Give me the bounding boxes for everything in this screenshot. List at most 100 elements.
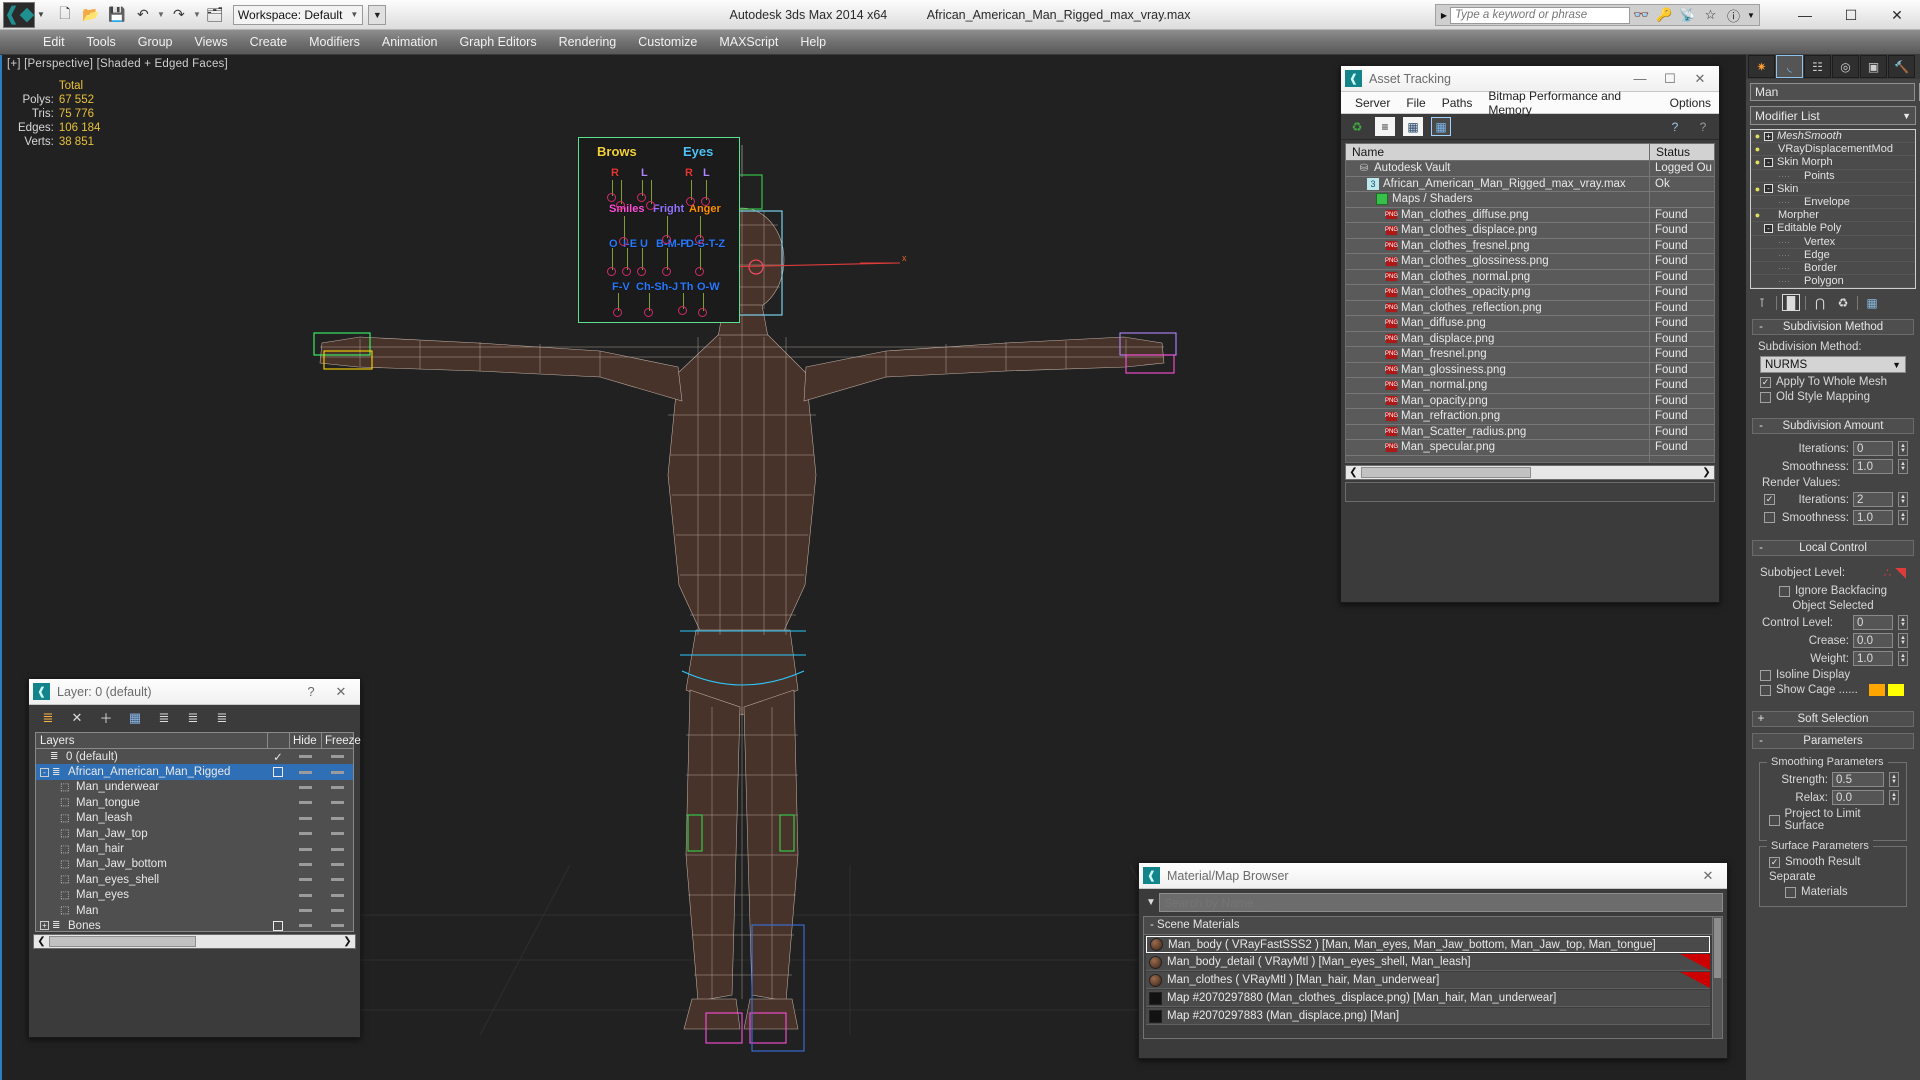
lightbulb-icon[interactable]: ● bbox=[1751, 157, 1764, 167]
list-view-icon[interactable]: ≡ bbox=[1375, 117, 1395, 136]
morph-slider-handle[interactable] bbox=[662, 267, 671, 276]
at-menu-options[interactable]: Options bbox=[1662, 96, 1719, 110]
cage-color-1-swatch[interactable] bbox=[1868, 684, 1885, 696]
modifier-stack-row[interactable]: ● + MeshSmooth bbox=[1751, 130, 1915, 144]
filter-dropdown-icon[interactable]: ▼ bbox=[1143, 897, 1159, 908]
redo-caret-icon[interactable]: ▼ bbox=[193, 10, 201, 19]
layer-row[interactable]: ⬚ Man_hair bbox=[36, 841, 353, 856]
menu-tools[interactable]: Tools bbox=[76, 30, 127, 55]
satellite-icon[interactable]: 📡 bbox=[1676, 7, 1699, 23]
asset-tracking-maximize-button[interactable]: ☐ bbox=[1655, 71, 1685, 87]
weight-spinner[interactable]: ▲ ▼ bbox=[1898, 651, 1908, 666]
asset-row[interactable]: PNG Man_Scatter_radius.png Found bbox=[1346, 424, 1714, 440]
scroll-right-icon[interactable]: ❯ bbox=[340, 936, 355, 947]
expand-icon[interactable]: + bbox=[1764, 131, 1773, 141]
morph-slider-handle[interactable] bbox=[637, 267, 646, 276]
asset-row[interactable]: PNG Man_diffuse.png Found bbox=[1346, 316, 1714, 332]
isoline-display-row[interactable]: Isoline Display bbox=[1760, 669, 1906, 681]
pin-stack-icon[interactable]: ⊺ bbox=[1753, 294, 1771, 311]
layer-freeze-toggle[interactable] bbox=[321, 755, 353, 759]
lightbulb-icon[interactable]: ● bbox=[1751, 210, 1764, 220]
layer-row[interactable]: ⬚ Man_underwear bbox=[36, 780, 353, 795]
scroll-thumb[interactable] bbox=[1714, 918, 1721, 978]
material-vscrollbar[interactable] bbox=[1712, 917, 1722, 1038]
asset-row[interactable]: PNG Man_clothes_normal.png Found bbox=[1346, 269, 1714, 285]
material-row[interactable]: Map #2070297880 (Man_clothes_displace.pn… bbox=[1146, 990, 1710, 1007]
layer-freeze-toggle[interactable] bbox=[321, 770, 353, 774]
layer-dialog-titlebar[interactable]: ❰ Layer: 0 (default) ? ✕ bbox=[29, 679, 360, 705]
morph-slider-handle[interactable] bbox=[701, 197, 710, 206]
at-menu-server[interactable]: Server bbox=[1347, 96, 1398, 110]
modifier-stack-row[interactable]: ···· Border bbox=[1751, 262, 1915, 276]
old-style-mapping-row[interactable]: Old Style Mapping bbox=[1760, 391, 1906, 403]
iterations-field[interactable]: 0 bbox=[1853, 441, 1893, 456]
apply-whole-mesh-checkbox[interactable]: ✓ bbox=[1760, 376, 1771, 388]
old-style-mapping-checkbox[interactable] bbox=[1760, 391, 1771, 403]
display-tab[interactable]: ▣ bbox=[1860, 55, 1887, 78]
material-row[interactable]: Man_clothes ( VRayMtl ) [Man_hair, Man_u… bbox=[1146, 972, 1710, 989]
material-browser-titlebar[interactable]: ❰ Material/Map Browser ✕ bbox=[1139, 863, 1727, 889]
layer-row[interactable]: - ≣ African_American_Man_Rigged bbox=[36, 764, 353, 780]
render-iterations-spinner[interactable]: ▲ ▼ bbox=[1898, 492, 1908, 507]
layer-freeze-toggle[interactable] bbox=[321, 801, 353, 805]
add-selection-icon[interactable]: ≣ bbox=[184, 710, 202, 726]
materials-checkbox[interactable] bbox=[1785, 886, 1796, 898]
render-iterations-checkbox[interactable]: ✓ bbox=[1764, 494, 1775, 505]
collapse-icon[interactable]: - bbox=[1764, 184, 1773, 194]
menu-rendering[interactable]: Rendering bbox=[548, 30, 628, 55]
morph-slider-handle[interactable] bbox=[662, 235, 671, 244]
hierarchy-tab[interactable]: ☷ bbox=[1804, 55, 1831, 78]
grid-view-icon[interactable]: ▦ bbox=[1431, 117, 1451, 136]
menu-create[interactable]: Create bbox=[239, 30, 299, 55]
layer-freeze-toggle[interactable] bbox=[321, 909, 353, 913]
morph-slider-handle[interactable] bbox=[646, 201, 655, 210]
menu-modifiers[interactable]: Modifiers bbox=[298, 30, 371, 55]
subobject-vertex-icon[interactable]: ∴ bbox=[1884, 566, 1892, 580]
asset-row[interactable]: PNG Man_clothes_diffuse.png Found bbox=[1346, 207, 1714, 223]
layer-row[interactable]: ⬚ Man_Jaw_bottom bbox=[36, 857, 353, 872]
morph-slider-handle[interactable] bbox=[695, 267, 704, 276]
expand-icon[interactable]: + bbox=[40, 921, 49, 931]
crease-field[interactable]: 0.0 bbox=[1853, 633, 1893, 648]
layer-freeze-toggle[interactable] bbox=[321, 785, 353, 789]
apply-whole-mesh-row[interactable]: ✓ Apply To Whole Mesh bbox=[1760, 376, 1906, 388]
smoothness-spinner[interactable]: ▲ ▼ bbox=[1898, 459, 1908, 474]
lightbulb-icon[interactable]: ● bbox=[1751, 131, 1764, 141]
modify-tab[interactable]: ◟ bbox=[1776, 55, 1803, 78]
layer-row[interactable]: ⬚ Man bbox=[36, 903, 353, 918]
layer-row[interactable]: ⬚ Man_Jaw_top bbox=[36, 826, 353, 841]
app-logo-button[interactable]: ❰◆ bbox=[3, 1, 35, 28]
modifier-stack-row[interactable]: ● VRayDisplacementMod bbox=[1751, 143, 1915, 157]
morph-slider-handle[interactable] bbox=[607, 267, 616, 276]
modifier-list-dropdown[interactable]: Modifier List ▼ bbox=[1750, 106, 1916, 125]
layer-hide-toggle[interactable] bbox=[289, 770, 321, 774]
at-menu-paths[interactable]: Paths bbox=[1434, 96, 1481, 110]
layer-hide-toggle[interactable] bbox=[289, 924, 321, 928]
material-row[interactable]: Map #2070297883 (Man_displace.png) [Man] bbox=[1146, 1008, 1710, 1025]
select-objects-icon[interactable]: ▦ bbox=[126, 710, 144, 726]
rollout-header-soft-selection[interactable]: + Soft Selection bbox=[1752, 711, 1914, 727]
menu-group[interactable]: Group bbox=[127, 30, 184, 55]
help-icon[interactable]: ⓘ bbox=[1722, 6, 1745, 25]
asset-tracking-close-button[interactable]: ✕ bbox=[1685, 71, 1715, 87]
configure-modifier-sets-icon[interactable]: ▦ bbox=[1863, 294, 1881, 311]
asset-row[interactable]: PNG Man_clothes_displace.png Found bbox=[1346, 223, 1714, 239]
material-search-input[interactable] bbox=[1159, 893, 1723, 912]
scroll-left-icon[interactable]: ❮ bbox=[1346, 467, 1361, 478]
lightbulb-icon[interactable]: ● bbox=[1751, 144, 1764, 154]
save-icon[interactable]: 💾 bbox=[105, 4, 129, 26]
layer-row[interactable]: ⬚ Man_tongue bbox=[36, 795, 353, 810]
key-icon[interactable]: 🔑 bbox=[1653, 7, 1676, 23]
new-icon[interactable]: 🗋 bbox=[53, 4, 77, 26]
modifier-stack-row[interactable]: ● Morpher bbox=[1751, 209, 1915, 223]
minimize-button[interactable]: — bbox=[1782, 0, 1828, 30]
strength-spinner[interactable]: ▲ ▼ bbox=[1889, 772, 1899, 787]
project-limit-row[interactable]: Project to Limit Surface bbox=[1769, 808, 1897, 832]
crease-spinner[interactable]: ▲ ▼ bbox=[1898, 633, 1908, 648]
layer-freeze-toggle[interactable] bbox=[321, 862, 353, 866]
morph-slider-handle[interactable] bbox=[613, 308, 622, 317]
asset-row[interactable]: PNG Man_refraction.png Found bbox=[1346, 409, 1714, 425]
rollout-header-subdivision-amount[interactable]: - Subdivision Amount bbox=[1752, 418, 1914, 434]
help-arrow-icon[interactable]: ? bbox=[1693, 117, 1713, 136]
layer-hide-toggle[interactable] bbox=[289, 847, 321, 851]
